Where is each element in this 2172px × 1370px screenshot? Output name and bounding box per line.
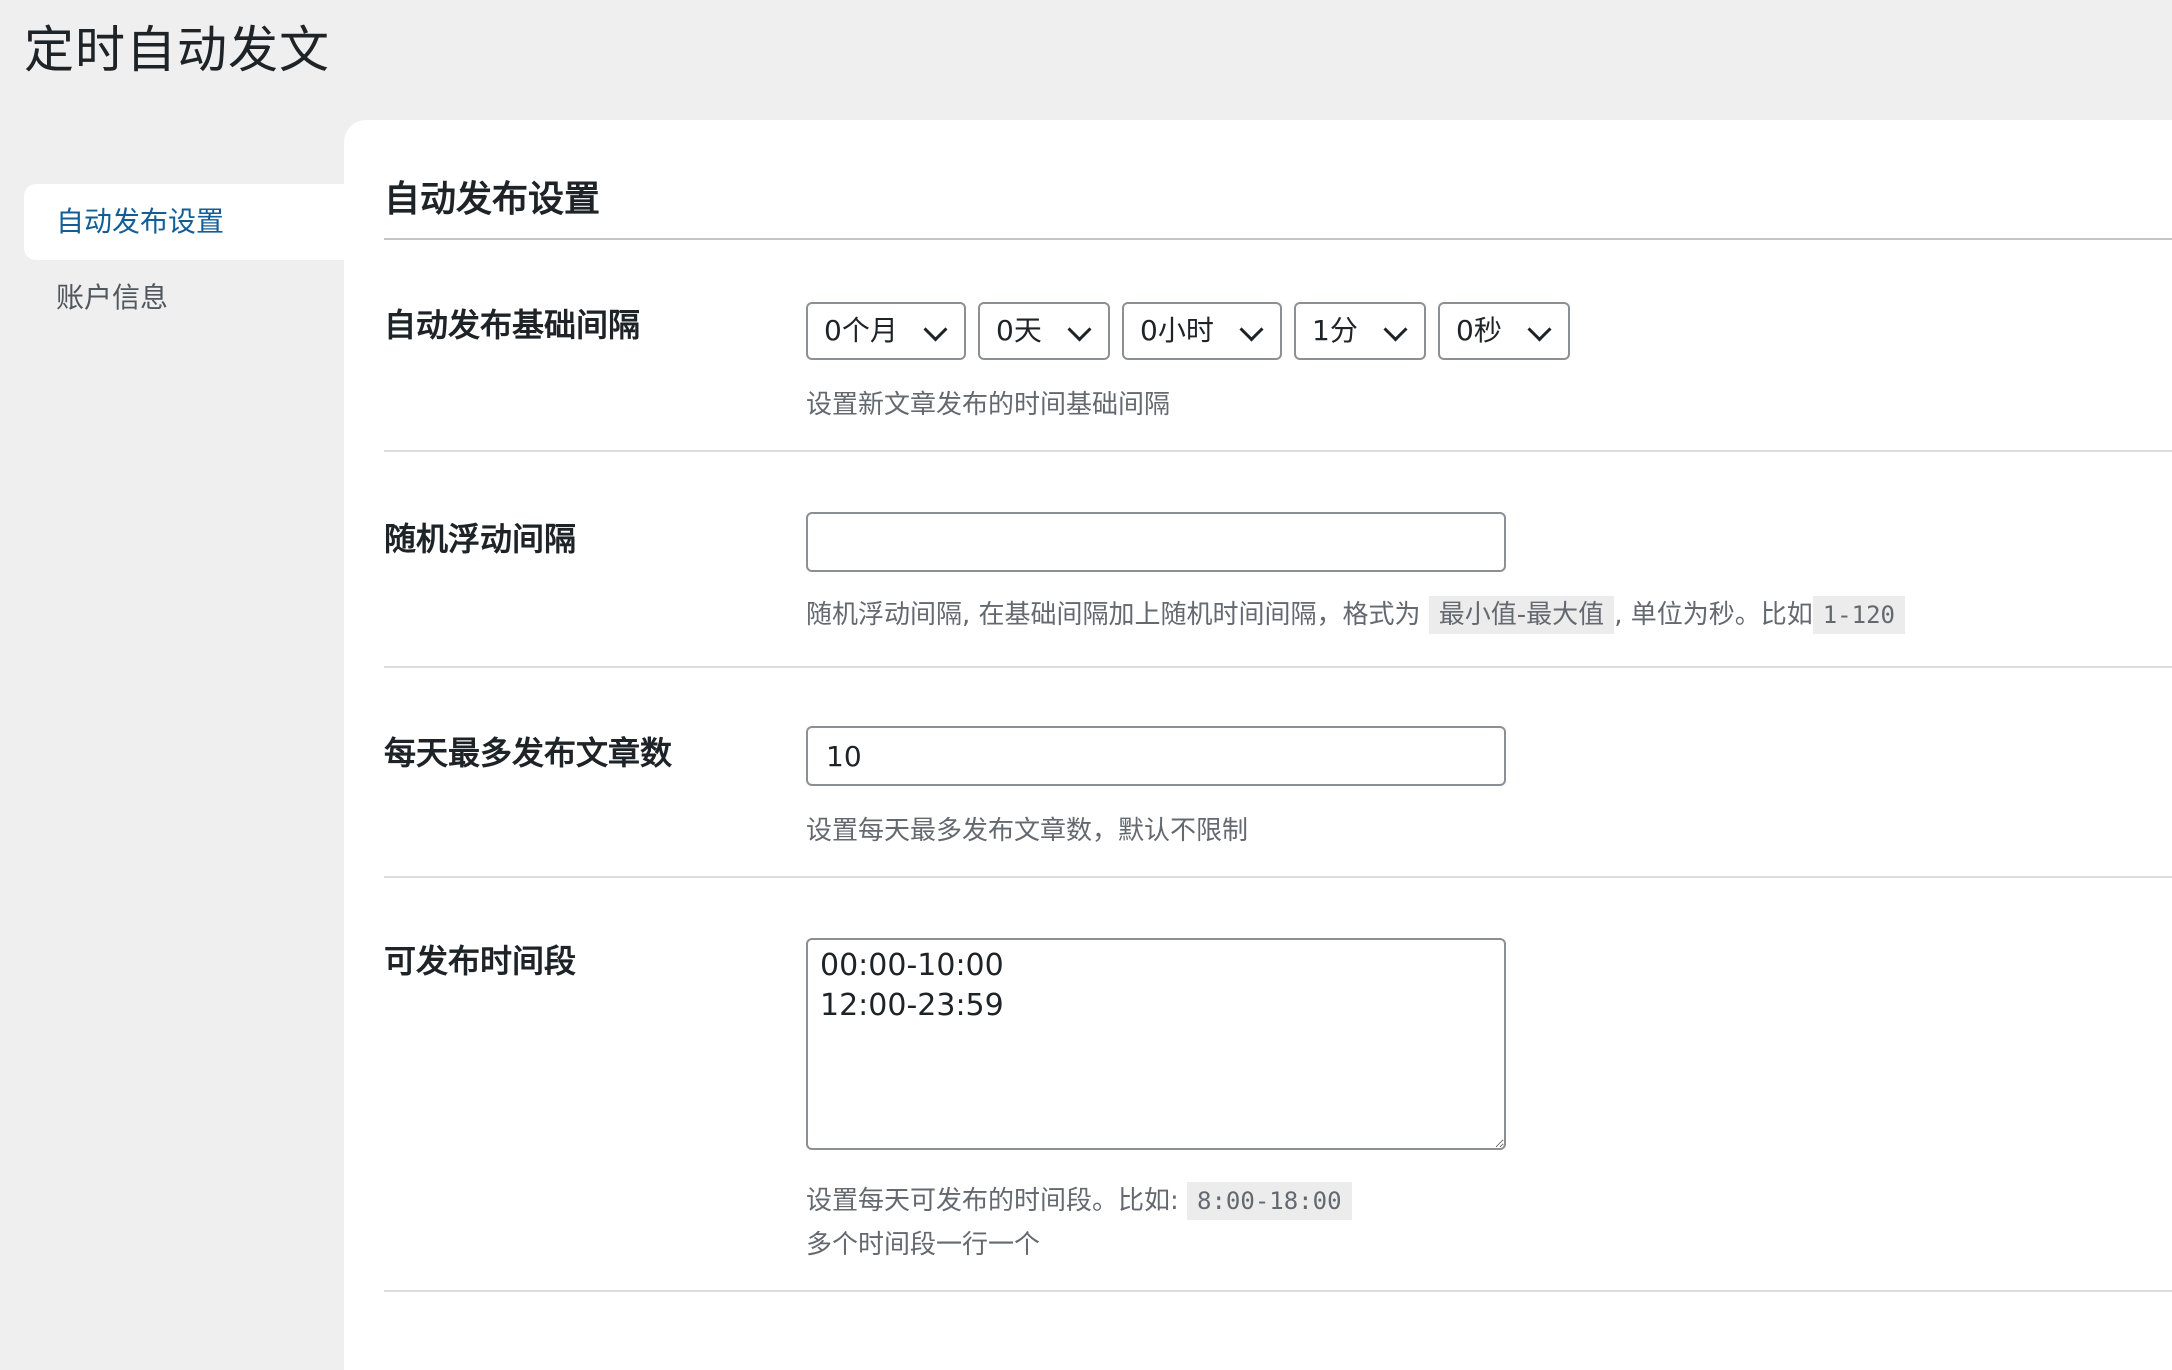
settings-panel: 自动发布设置 自动发布基础间隔 0个月 0天 0小时 1分 0秒 设置新文章发布…	[344, 120, 2172, 1370]
sidebar-item-account-info[interactable]: 账户信息	[24, 260, 344, 336]
chevron-down-icon	[1383, 317, 1408, 342]
chevron-down-icon	[923, 317, 948, 342]
time-windows-example-code: 8:00-18:00	[1187, 1182, 1352, 1220]
random-interval-input[interactable]	[806, 512, 1506, 572]
seconds-select-value: 0秒	[1456, 314, 1502, 347]
days-select[interactable]: 0天	[978, 302, 1110, 360]
time-windows-textarea[interactable]: 00:00-10:00 12:00-23:59	[806, 938, 1506, 1150]
row-divider	[384, 666, 2172, 668]
sidebar-item-auto-publish-settings[interactable]: 自动发布设置	[24, 184, 344, 260]
chevron-down-icon	[1527, 317, 1552, 342]
row-divider	[384, 450, 2172, 452]
random-interval-label: 随机浮动间隔	[384, 520, 577, 558]
max-per-day-description: 设置每天最多发布文章数，默认不限制	[806, 816, 1249, 846]
base-interval-selects: 0个月 0天 0小时 1分 0秒	[806, 302, 1570, 360]
random-interval-example-code: 1-120	[1812, 596, 1905, 634]
max-per-day-label: 每天最多发布文章数	[384, 734, 673, 772]
time-windows-description: 设置每天可发布的时间段。比如: 8:00-18:00	[806, 1180, 1352, 1220]
hours-select-value: 0小时	[1140, 314, 1214, 347]
row-divider	[384, 876, 2172, 878]
base-interval-description: 设置新文章发布的时间基础间隔	[806, 390, 1171, 420]
minutes-select[interactable]: 1分	[1294, 302, 1426, 360]
chevron-down-icon	[1239, 317, 1264, 342]
hours-select[interactable]: 0小时	[1122, 302, 1282, 360]
months-select[interactable]: 0个月	[806, 302, 966, 360]
random-interval-desc-text: 随机浮动间隔, 在基础间隔加上随机时间间隔，格式为	[806, 600, 1421, 630]
random-interval-format-code: 最小值-最大值	[1428, 596, 1615, 634]
page-title: 定时自动发文	[24, 21, 330, 79]
seconds-select[interactable]: 0秒	[1438, 302, 1570, 360]
minutes-select-value: 1分	[1312, 314, 1358, 347]
max-per-day-field	[806, 726, 1506, 786]
time-windows-desc-text: 设置每天可发布的时间段。比如:	[806, 1186, 1179, 1216]
months-select-value: 0个月	[824, 314, 898, 347]
section-title: 自动发布设置	[384, 179, 601, 220]
time-windows-field: 00:00-10:00 12:00-23:59	[806, 938, 1506, 1154]
days-select-value: 0天	[996, 314, 1042, 347]
time-windows-description-line2: 多个时间段一行一个	[806, 1230, 1041, 1260]
max-per-day-input[interactable]	[806, 726, 1506, 786]
chevron-down-icon	[1067, 317, 1092, 342]
random-interval-desc-middle: , 单位为秒。比如	[1614, 600, 1813, 630]
settings-sidebar: 自动发布设置 账户信息	[24, 184, 344, 336]
row-divider	[384, 1290, 2172, 1292]
random-interval-description: 随机浮动间隔, 在基础间隔加上随机时间间隔，格式为 最小值-最大值, 单位为秒。…	[806, 594, 1905, 634]
random-interval-field	[806, 512, 1506, 572]
section-divider	[384, 238, 2172, 240]
base-interval-label: 自动发布基础间隔	[384, 306, 641, 344]
time-windows-label: 可发布时间段	[384, 942, 577, 980]
